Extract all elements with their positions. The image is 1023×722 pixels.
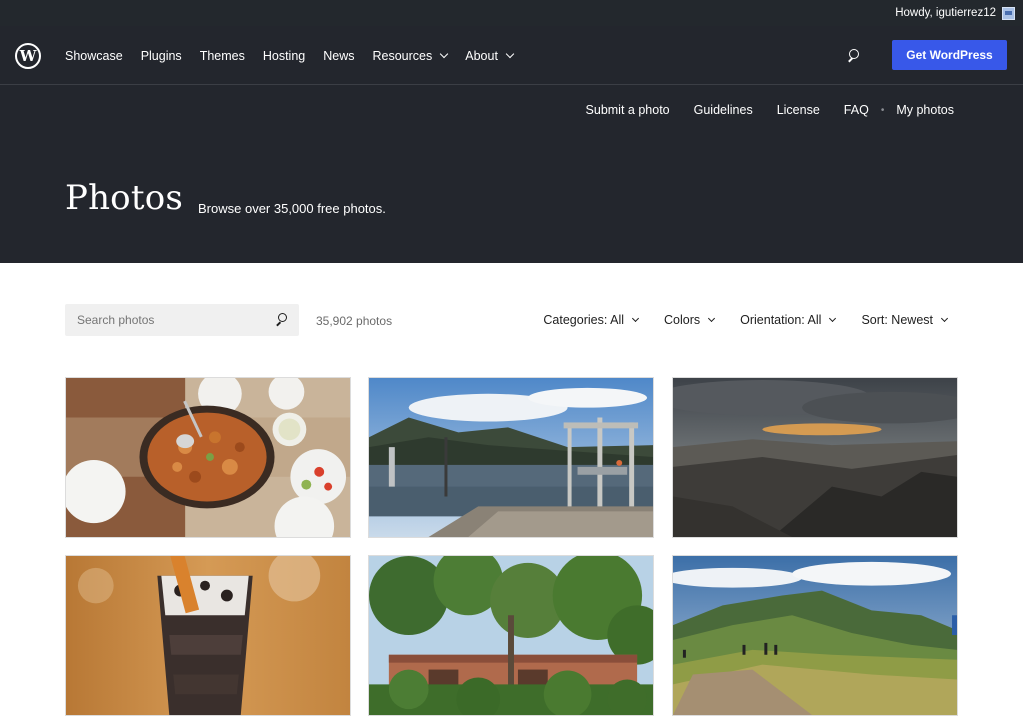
admin-bar: Howdy, igutierrez12	[0, 0, 1023, 26]
chevron-down-icon	[829, 314, 837, 322]
nav-item-resources[interactable]: Resources	[372, 48, 449, 63]
search-photos-input[interactable]: Search photos	[65, 304, 299, 336]
filter-bar: Categories: All Colors Orientation: All …	[517, 313, 949, 327]
nav-item-themes[interactable]: Themes	[200, 49, 245, 63]
search-icon[interactable]	[846, 48, 862, 64]
iced-drink-photo	[66, 556, 350, 715]
sub-nav-guidelines[interactable]: Guidelines	[694, 103, 753, 117]
nav-item-about-label: About	[465, 48, 498, 63]
photo-card-lake-pier[interactable]	[368, 377, 654, 538]
chevron-down-icon	[708, 314, 716, 322]
sub-nav-my-photos[interactable]: My photos	[896, 103, 954, 117]
photo-card-ruined-building[interactable]	[368, 555, 654, 716]
mountain-sunset-photo	[673, 378, 957, 537]
global-nav-menu: Showcase Plugins Themes Hosting News Res…	[65, 26, 531, 85]
get-wordpress-button[interactable]: Get WordPress	[892, 40, 1007, 70]
howdy-greeting[interactable]: Howdy, igutierrez12	[895, 7, 996, 19]
photo-count: 35,902 photos	[316, 314, 393, 328]
filter-orientation-label: Orientation: All	[740, 313, 822, 327]
sub-nav-submit-photo[interactable]: Submit a photo	[586, 103, 670, 117]
photos-hero: Submit a photo Guidelines License FAQ • …	[0, 85, 1023, 263]
nav-item-resources-label: Resources	[372, 48, 433, 63]
ruined-building-photo	[369, 556, 653, 715]
sub-nav-separator: •	[880, 104, 885, 116]
page-title: Photos	[65, 178, 184, 218]
wordpress-logo-icon[interactable]: W	[15, 43, 41, 69]
avatar[interactable]	[1002, 6, 1015, 20]
account-menu[interactable]: Howdy, igutierrez12	[895, 0, 1015, 26]
sub-nav-license[interactable]: License	[777, 103, 820, 117]
filter-colors[interactable]: Colors	[664, 313, 716, 327]
photo-card-mountain-hikers[interactable]	[672, 555, 958, 716]
filter-orientation[interactable]: Orientation: All	[740, 313, 837, 327]
sub-nav-faq[interactable]: FAQ	[844, 103, 869, 117]
nav-item-hosting[interactable]: Hosting	[263, 49, 305, 63]
nav-item-plugins[interactable]: Plugins	[141, 49, 182, 63]
nav-item-showcase[interactable]: Showcase	[65, 49, 123, 63]
filter-colors-label: Colors	[664, 313, 701, 327]
filter-categories-label: Categories: All	[543, 313, 625, 327]
photo-card-paella[interactable]	[65, 377, 351, 538]
nav-item-news[interactable]: News	[323, 49, 354, 63]
photos-sub-nav: Submit a photo Guidelines License FAQ • …	[562, 103, 954, 117]
photo-card-iced-drink[interactable]	[65, 555, 351, 716]
paella-photo	[66, 378, 350, 537]
page-subtitle: Browse over 35,000 free photos.	[198, 201, 386, 216]
chevron-down-icon	[505, 49, 515, 58]
filter-sort-label: Sort: Newest	[861, 313, 933, 327]
chevron-down-icon	[440, 49, 449, 58]
nav-item-about[interactable]: About	[465, 48, 515, 63]
photo-card-mountain-sunset[interactable]	[672, 377, 958, 538]
search-icon[interactable]	[275, 313, 289, 327]
filter-sort[interactable]: Sort: Newest	[861, 313, 949, 327]
search-placeholder: Search photos	[77, 313, 155, 327]
global-nav: W Showcase Plugins Themes Hosting News R…	[0, 26, 1023, 85]
chevron-down-icon	[631, 314, 640, 322]
filter-categories[interactable]: Categories: All	[543, 313, 640, 327]
mountain-hikers-photo	[673, 556, 957, 715]
chevron-down-icon	[940, 314, 949, 322]
lake-pier-photo	[369, 378, 653, 537]
